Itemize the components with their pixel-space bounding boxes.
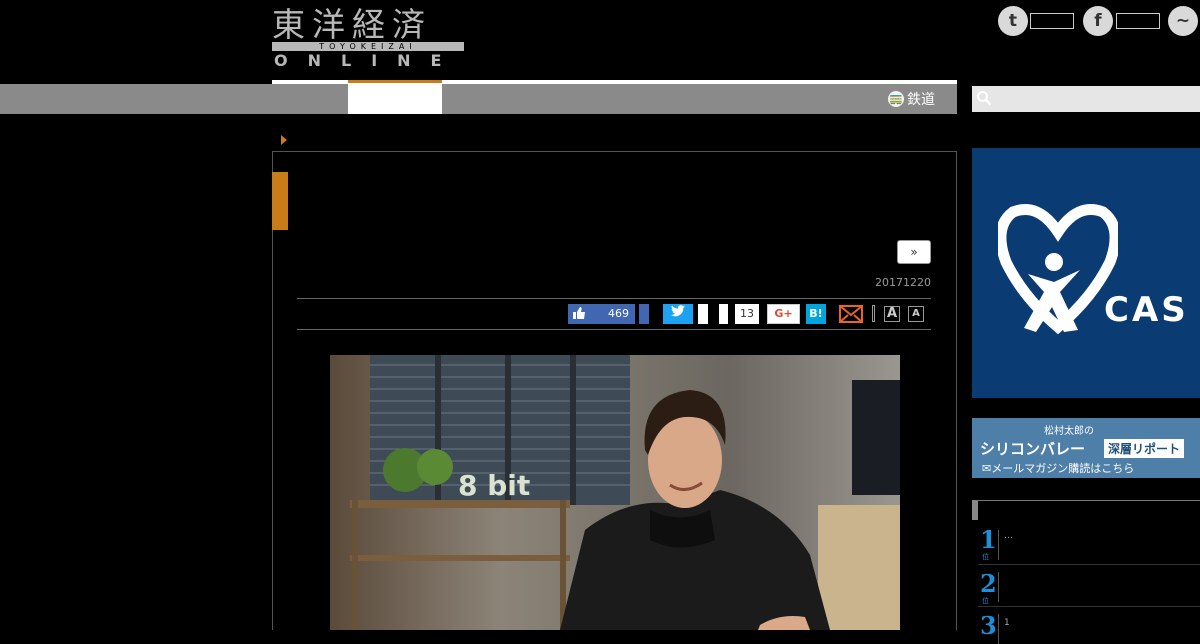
share-bar-bottom-rule (297, 329, 931, 330)
twitter-icon[interactable]: t (998, 6, 1028, 36)
tweet-count (698, 304, 708, 324)
facebook-like-button[interactable]: 469 (568, 304, 635, 324)
ranking-number-2: 2 (980, 569, 997, 598)
facebook-icon[interactable]: f (1083, 6, 1113, 36)
google-plus-button[interactable]: G+ (767, 304, 800, 324)
thumbs-up-icon (572, 306, 586, 322)
ranking-header (972, 500, 1200, 520)
twitter-follow-count (1030, 13, 1074, 29)
search-icon[interactable] (976, 90, 994, 108)
heart-logo-icon (998, 204, 1118, 335)
font-size-small-button[interactable]: A (908, 306, 924, 322)
ad-newsletter-subtitle: 深層リポート (1104, 439, 1185, 458)
hatena-bookmark-count: 13 (735, 304, 759, 324)
logo-kanji: 東洋経済 (272, 5, 432, 44)
facebook-like-count: 469 (608, 307, 629, 320)
messenger-icon[interactable]: ~ (1168, 6, 1198, 36)
ranking-number-1: 1 (980, 525, 997, 554)
share-count-bubble (719, 304, 728, 324)
svg-text:8 bit: 8 bit (458, 469, 530, 502)
site-logo[interactable]: 東洋経済 TOYOKEIZAI ONLINE (272, 6, 464, 70)
train-icon: 🚃 (888, 91, 904, 107)
ranking-divider (998, 614, 999, 644)
breadcrumb-arrow-icon (281, 135, 287, 145)
ad-newsletter-cta: ✉メールマガジン購読はこちら (982, 462, 1135, 475)
ad-newsletter-title: シリコンバレー (980, 440, 1086, 458)
ad-banner-cas[interactable]: CAS (972, 148, 1200, 398)
tweet-button[interactable] (663, 304, 693, 324)
ranking-item-3[interactable]: 1 (1004, 618, 1010, 628)
ad-newsletter-author: 松村太郎の (1044, 426, 1094, 437)
nav-item-railway-label: 鉄道 (907, 92, 935, 108)
ranking-item-1[interactable]: … (1004, 531, 1013, 541)
search-input[interactable] (972, 86, 1200, 112)
ranking-unit-1: 位 (982, 553, 989, 561)
ranking-unit-2: 位 (982, 597, 989, 605)
nav-item-railway[interactable]: 🚃 鉄道 (888, 88, 935, 110)
logo-band: TOYOKEIZAI (272, 42, 464, 51)
article-photo: 8 bit (330, 355, 900, 630)
hatena-bookmark-button[interactable]: B! (806, 304, 826, 324)
share-bar-top-rule (297, 298, 931, 299)
ad-cas-brand-text: CAS (1104, 290, 1189, 330)
logo-online: ONLINE (274, 51, 462, 70)
ad-banner-newsletter[interactable]: 松村太郎の シリコンバレー 深層リポート ✉メールマガジン購読はこちら (972, 418, 1200, 478)
article-date: 20171220 (875, 276, 931, 289)
ranking-divider (998, 530, 999, 560)
ranking-divider (998, 572, 999, 602)
nav-tab-active[interactable] (348, 80, 442, 114)
ranking-row-rule (978, 564, 1200, 565)
facebook-like-count (1116, 13, 1160, 29)
mail-icon[interactable] (839, 305, 863, 323)
font-size-divider (872, 305, 875, 322)
facebook-share-button[interactable] (639, 304, 649, 324)
ranking-number-3: 3 (980, 611, 997, 640)
ranking-row-rule (978, 606, 1200, 607)
global-nav (0, 84, 957, 114)
next-page-button[interactable]: » (897, 240, 931, 264)
article-title-accent (272, 172, 288, 230)
font-size-large-button[interactable]: A (884, 306, 900, 322)
